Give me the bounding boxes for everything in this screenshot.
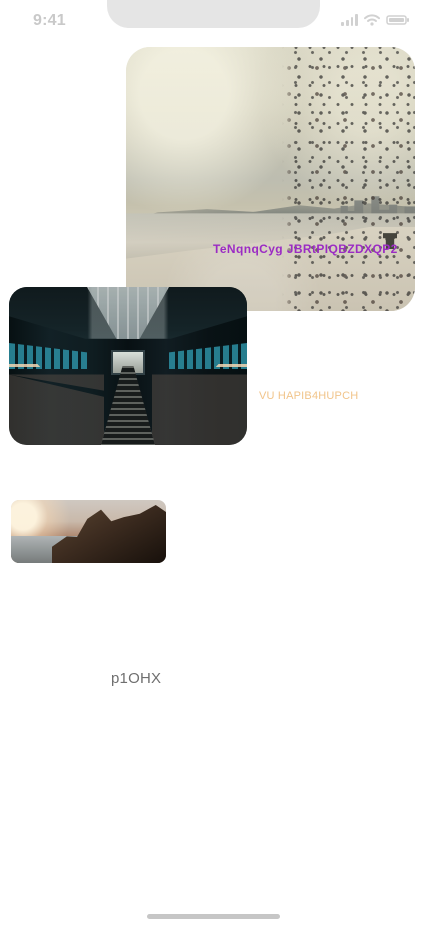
mobile-screen: 9:41 TeNqnqCyg JBRtPIQBZDXQP2 VU HAPIB4H… [0, 0, 428, 926]
escalator-photo[interactable] [9, 287, 247, 445]
home-indicator[interactable] [147, 914, 280, 919]
coastal-cliff-photo[interactable] [11, 500, 166, 563]
beach-people [126, 47, 415, 311]
image-caption: TeNqnqCyg JBRtPIQBZDXQP2 [213, 242, 398, 256]
faint-label: VU HAPIB4HUPCH [259, 390, 359, 402]
signal-icon [341, 14, 358, 26]
status-icons [341, 14, 410, 26]
battery-icon [386, 14, 410, 26]
wifi-icon [364, 14, 380, 26]
beach-photo[interactable] [126, 47, 415, 311]
footer-code: p1OHX [111, 670, 162, 687]
device-notch [107, 0, 320, 28]
status-time: 9:41 [33, 12, 66, 29]
